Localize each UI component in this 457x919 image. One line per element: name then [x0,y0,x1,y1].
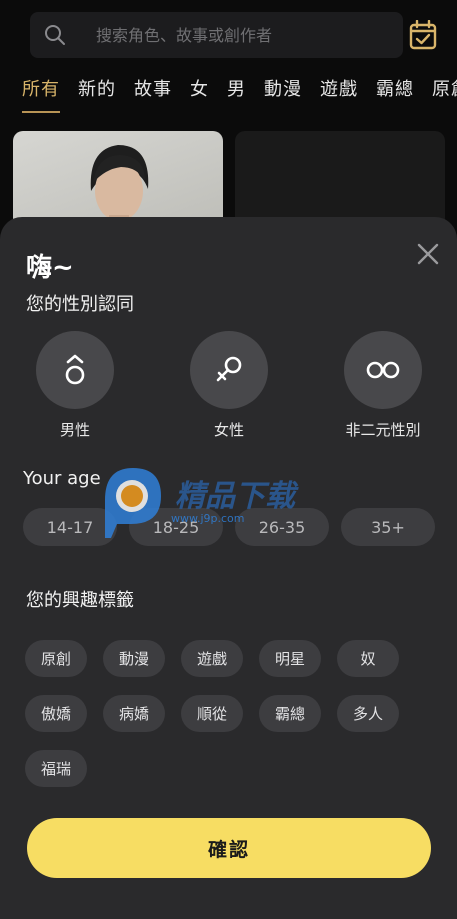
gender-option-nonbinary[interactable]: 非二元性別 [323,331,443,440]
onboarding-sheet [0,217,457,919]
watermark-brand: 精品下载 [175,479,299,514]
interest-tag[interactable]: 遊戲 [181,640,243,677]
gender-circle[interactable] [36,331,114,409]
tab-ceo[interactable]: 霸總 [376,78,414,118]
interest-tags: 原創 動漫 遊戲 明星 奴 傲嬌 病嬌 順從 霸總 多人 福瑞 [25,640,435,805]
greeting-title: 嗨~ [26,253,74,283]
close-icon[interactable] [415,241,441,267]
female-icon [216,356,242,382]
interest-section-title: 您的興趣標籤 [26,590,134,611]
nonbinary-icon [366,361,400,379]
gender-circle[interactable] [190,331,268,409]
interest-tag[interactable]: 動漫 [103,640,165,677]
age-option[interactable]: 35+ [341,508,435,546]
tab-new[interactable]: 新的 [78,78,116,118]
interest-tag[interactable]: 霸總 [259,695,321,732]
watermark: 精品下载 www.j9p.com [95,462,325,540]
gender-circle[interactable] [344,331,422,409]
interest-tag[interactable]: 福瑞 [25,750,87,787]
interest-tag[interactable]: 原創 [25,640,87,677]
gender-option-female[interactable]: 女性 [169,331,289,440]
calendar-check-icon[interactable] [409,19,437,50]
interest-tag[interactable]: 多人 [337,695,399,732]
gender-label: 非二元性別 [345,421,421,439]
gender-label: 女性 [213,421,244,439]
search-bar[interactable] [30,12,403,58]
category-tabs: 所有 新的 故事 女 男 動漫 遊戲 霸總 原創 [22,78,457,118]
interest-tag[interactable]: 病嬌 [103,695,165,732]
tab-game[interactable]: 遊戲 [320,78,358,118]
search-icon [44,24,66,46]
age-section-title: Your age [23,468,101,489]
interest-tag[interactable]: 順從 [181,695,243,732]
interest-tag[interactable]: 傲嬌 [25,695,87,732]
watermark-logo: 精品下载 www.j9p.com [105,468,299,538]
watermark-url: www.j9p.com [171,512,245,525]
tab-female[interactable]: 女 [190,78,209,118]
interest-tag[interactable]: 奴 [337,640,399,677]
male-icon [65,354,85,385]
tab-original[interactable]: 原創 [432,78,457,118]
tab-all[interactable]: 所有 [22,78,60,118]
confirm-button[interactable]: 確認 [27,818,431,878]
interest-tag[interactable]: 明星 [259,640,321,677]
search-input[interactable] [96,25,376,45]
tab-male[interactable]: 男 [227,78,246,118]
gender-section-title: 您的性別認同 [26,294,134,315]
tab-anime[interactable]: 動漫 [264,78,302,118]
tab-story[interactable]: 故事 [134,78,172,118]
gender-option-male[interactable]: 男性 [15,331,135,440]
gender-label: 男性 [59,421,90,439]
